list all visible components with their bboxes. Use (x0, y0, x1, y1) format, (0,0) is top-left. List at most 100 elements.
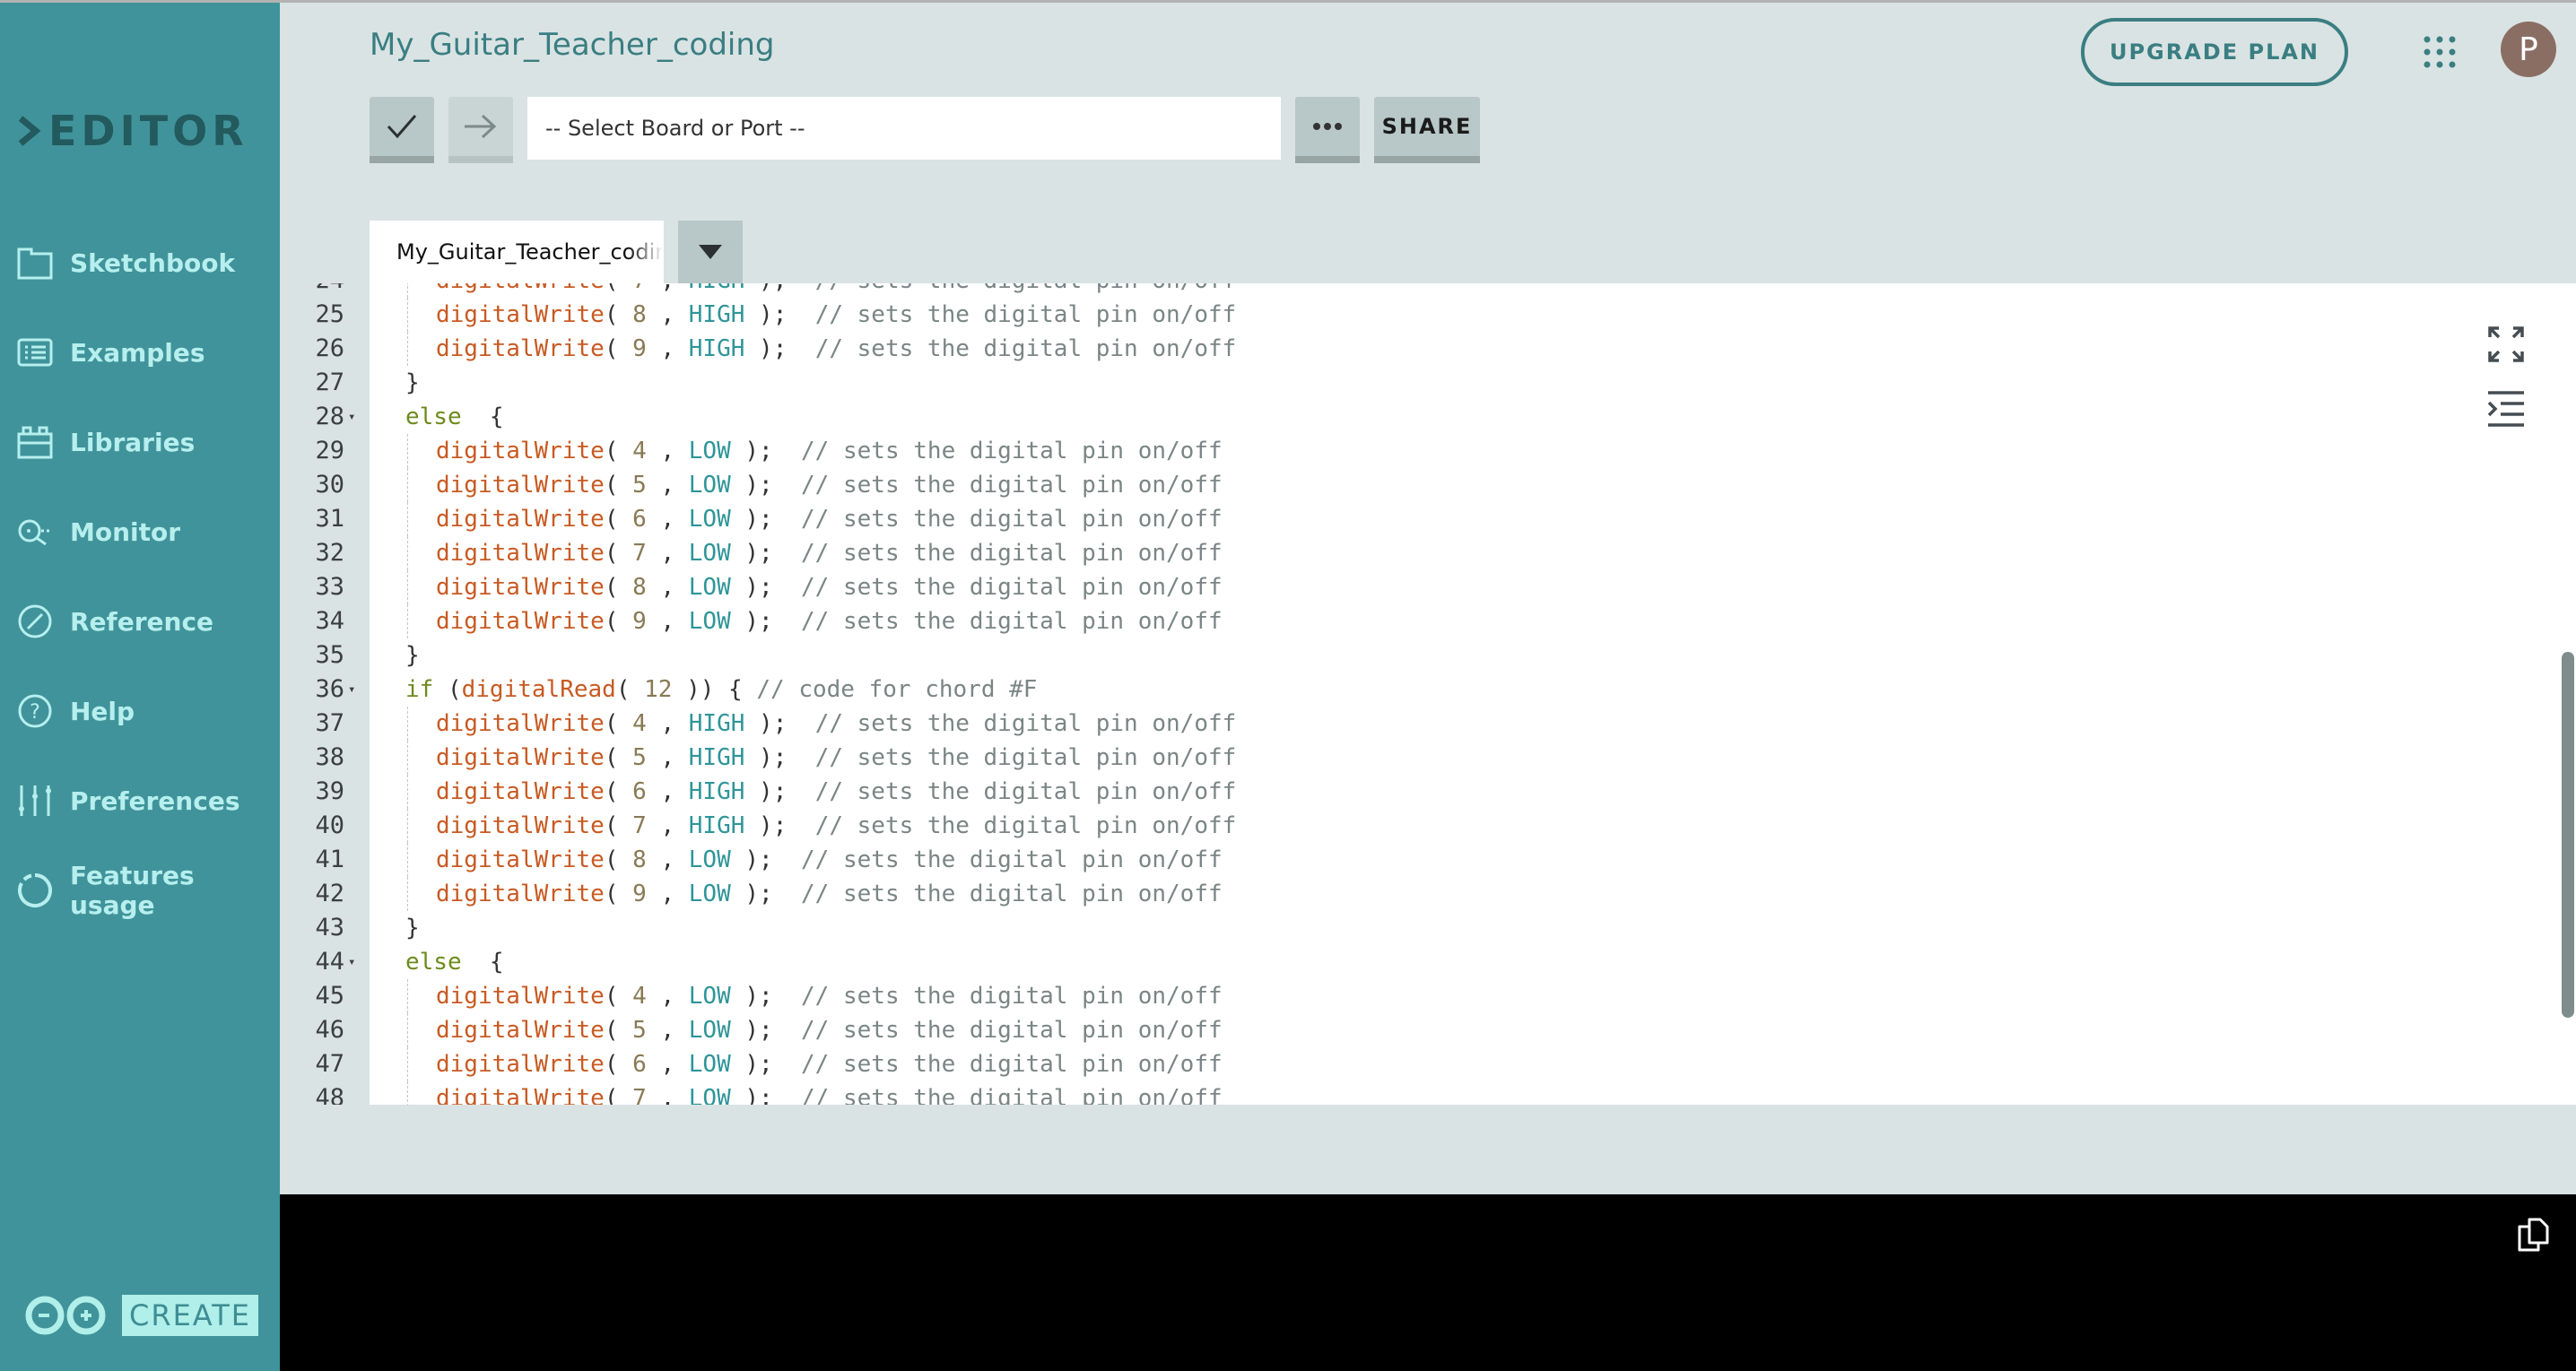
sidebar-item-libraries[interactable]: Libraries (0, 397, 280, 487)
sidebar-item-preferences[interactable]: Preferences (0, 756, 280, 846)
indent-icon[interactable] (2485, 387, 2528, 430)
window-top-border (0, 0, 2576, 3)
code-line[interactable]: 43} (280, 911, 2576, 945)
code-line[interactable]: 42 digitalWrite( 9 , LOW ); // sets the d… (280, 877, 2576, 911)
code-token: HIGH (688, 335, 745, 362)
code-token: 8 (632, 301, 647, 328)
code-token: digitalWrite (436, 1017, 605, 1044)
code-line[interactable]: 28 ▾ else { (280, 400, 2576, 434)
arduino-create-logo: CREATE (23, 1294, 258, 1337)
code-token: ); (730, 1051, 802, 1078)
sidebar-item-help[interactable]: ? Help (0, 666, 280, 756)
code-line[interactable]: 46 digitalWrite( 5 , LOW ); // sets the d… (280, 1013, 2576, 1047)
sidebar-item-sketchbook[interactable]: Sketchbook (0, 218, 280, 308)
code-line[interactable]: 41 digitalWrite( 8 , LOW ); // sets the d… (280, 843, 2576, 877)
sidebar-item-examples[interactable]: Examples (0, 308, 280, 397)
code-token: digitalWrite (436, 744, 605, 771)
line-number: 24 (280, 283, 344, 298)
code-token: ); (730, 1017, 802, 1044)
code-line[interactable]: 35} (280, 638, 2576, 672)
code-line[interactable]: 38 digitalWrite( 5 , HIGH ); // sets the … (280, 741, 2576, 775)
code-line[interactable]: 34 digitalWrite( 9 , LOW ); // sets the d… (280, 604, 2576, 638)
code-token: // sets the digital pin on/off (801, 846, 1223, 873)
code-token: HIGH (688, 301, 745, 328)
code-token: // sets the digital pin on/off (814, 744, 1237, 771)
share-button[interactable]: SHARE (1374, 97, 1480, 163)
code-line[interactable]: 45 digitalWrite( 4 , LOW ); // sets the d… (280, 979, 2576, 1013)
board-port-select[interactable]: -- Select Board or Port -- (527, 97, 1281, 160)
verify-button[interactable] (370, 97, 434, 163)
fullscreen-icon[interactable] (2485, 323, 2528, 366)
create-label: CREATE (122, 1295, 258, 1336)
code-line[interactable]: 32 digitalWrite( 7 , LOW ); // sets the d… (280, 536, 2576, 570)
sidebar-item-label: Sketchbook (70, 247, 236, 278)
line-number: 38 (315, 743, 344, 771)
code-token: ( (604, 710, 633, 737)
code-token: LOW (688, 1051, 731, 1078)
code-token: , (646, 778, 689, 805)
code-token: // sets the digital pin on/off (814, 778, 1237, 805)
code-line[interactable]: 25 digitalWrite( 8 , HIGH ); // sets the … (280, 298, 2576, 332)
editor-scrollbar-thumb[interactable] (2562, 652, 2574, 1018)
check-icon (387, 115, 417, 139)
code-token: ); (730, 846, 802, 873)
code-lines: 24 digitalWrite( 7 , HIGH ); // sets the … (280, 283, 2576, 1105)
code-token: ); (744, 710, 815, 737)
code-token: , (646, 540, 689, 567)
arrow-right-icon (465, 114, 497, 139)
fold-toggle-icon[interactable]: ▾ (348, 945, 355, 979)
sidebar-item-reference[interactable]: Reference (0, 577, 280, 666)
code-token: ); (730, 608, 802, 635)
fold-toggle-icon[interactable]: ▾ (348, 400, 355, 434)
code-editor[interactable]: 24 digitalWrite( 7 , HIGH ); // sets the … (280, 283, 2576, 1105)
tab-sketch-file[interactable]: My_Guitar_Teacher_coding (370, 221, 664, 283)
code-token: 9 (632, 335, 647, 362)
code-line[interactable]: 30 digitalWrite( 5 , LOW ); // sets the d… (280, 468, 2576, 502)
code-line[interactable]: 47 digitalWrite( 6 , LOW ); // sets the d… (280, 1047, 2576, 1081)
code-token: // sets the digital pin on/off (801, 540, 1223, 567)
fold-toggle-icon[interactable]: ▾ (348, 672, 355, 707)
code-line[interactable]: 39 digitalWrite( 6 , HIGH ); // sets the … (280, 775, 2576, 809)
code-token: ( (604, 438, 633, 464)
code-line[interactable]: 44 ▾ else { (280, 945, 2576, 979)
upload-button[interactable] (448, 97, 513, 163)
avatar[interactable]: P (2501, 22, 2556, 77)
tabs-dropdown-button[interactable] (678, 221, 743, 283)
more-options-button[interactable] (1295, 97, 1360, 163)
upgrade-plan-button[interactable]: UPGRADE PLAN (2081, 18, 2348, 86)
code-line[interactable]: 48 digitalWrite( 7 , LOW ); // sets the d… (280, 1081, 2576, 1105)
code-token: LOW (688, 438, 731, 464)
line-number: 33 (315, 573, 344, 601)
indent-guide (407, 843, 408, 877)
code-text: digitalWrite( 8 , LOW ); // sets the dig… (436, 843, 1223, 877)
code-text: digitalWrite( 7 , HIGH ); // sets the di… (436, 283, 1236, 298)
copy-icon[interactable] (2517, 1218, 2549, 1252)
code-line[interactable]: 37 digitalWrite( 4 , HIGH ); // sets the … (280, 707, 2576, 741)
code-line[interactable]: 33 digitalWrite( 8 , LOW ); // sets the d… (280, 570, 2576, 604)
indent-guide (407, 1013, 408, 1047)
code-token: digitalWrite (436, 812, 605, 839)
code-text: digitalWrite( 6 , LOW ); // sets the dig… (436, 1047, 1223, 1081)
code-line[interactable]: 26 digitalWrite( 9 , HIGH ); // sets the … (280, 332, 2576, 366)
code-token: digitalWrite (436, 983, 605, 1010)
code-token: ); (730, 506, 802, 533)
code-token: 9 (632, 881, 647, 907)
code-line[interactable]: 31 digitalWrite( 6 , LOW ); // sets the d… (280, 502, 2576, 536)
code-text: digitalWrite( 9 , HIGH ); // sets the di… (436, 332, 1236, 366)
sidebar-item-monitor[interactable]: Monitor (0, 487, 280, 577)
monitor-icon (18, 519, 49, 546)
sidebar-item-features-usage[interactable]: Features usage (0, 846, 280, 935)
code-token: ( (605, 283, 632, 294)
apps-grid-icon[interactable] (2422, 34, 2458, 70)
code-line[interactable]: 40 digitalWrite( 7 , HIGH ); // sets the … (280, 809, 2576, 843)
code-line[interactable]: 27} (280, 366, 2576, 400)
code-line[interactable]: 29 digitalWrite( 4 , LOW ); // sets the d… (280, 434, 2576, 468)
sidebar: EDITOR Sketchbook Examples Libraries Mon… (0, 3, 280, 1371)
sketch-title[interactable]: My_Guitar_Teacher_coding (370, 27, 774, 63)
line-number: 34 (315, 607, 344, 635)
upgrade-plan-label: UPGRADE PLAN (2109, 39, 2320, 65)
code-line[interactable]: 24 digitalWrite( 7 , HIGH ); // sets the … (280, 283, 2576, 298)
code-token: digitalWrite (436, 710, 605, 737)
code-token: // sets the digital pin on/off (814, 710, 1237, 737)
code-line[interactable]: 36 ▾ if (digitalRead( 12 )) { // code for … (280, 672, 2576, 707)
